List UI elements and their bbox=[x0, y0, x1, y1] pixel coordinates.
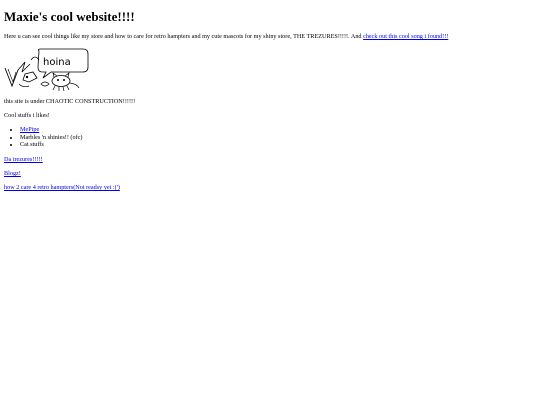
intro-paragraph: Here u can see cool things like my store… bbox=[4, 33, 448, 41]
mascot-doodle-icon: hoina bbox=[4, 48, 89, 92]
intro-text: Here u can see cool things like my store… bbox=[4, 33, 364, 40]
hampters-link[interactable]: how 2 care 4 retro hampters(Not readsy y… bbox=[4, 184, 120, 191]
speech-text: hoina bbox=[43, 57, 71, 68]
likes-item-cat-stuffs: Cat stuffs bbox=[20, 141, 82, 149]
likes-item-mepipe: MePipe bbox=[20, 126, 82, 134]
construction-notice: this site is under CHAOTIC CONSTRUCTION!… bbox=[4, 98, 136, 105]
mepipe-link[interactable]: MePipe bbox=[20, 126, 39, 133]
blogz-link[interactable]: Blogz! bbox=[4, 170, 21, 177]
likes-heading: Cool stuffs i likes! bbox=[4, 112, 50, 119]
song-link[interactable]: check out this cool song i found!!! bbox=[363, 33, 448, 40]
trezures-link[interactable]: Da trezures!!!!! bbox=[4, 156, 43, 163]
likes-item-marbles: Marbles 'n shinies!! (ofc) bbox=[20, 134, 82, 142]
likes-list: MePipe Marbles 'n shinies!! (ofc) Cat st… bbox=[4, 126, 82, 149]
page-title: Maxie's cool website!!!! bbox=[4, 9, 135, 24]
